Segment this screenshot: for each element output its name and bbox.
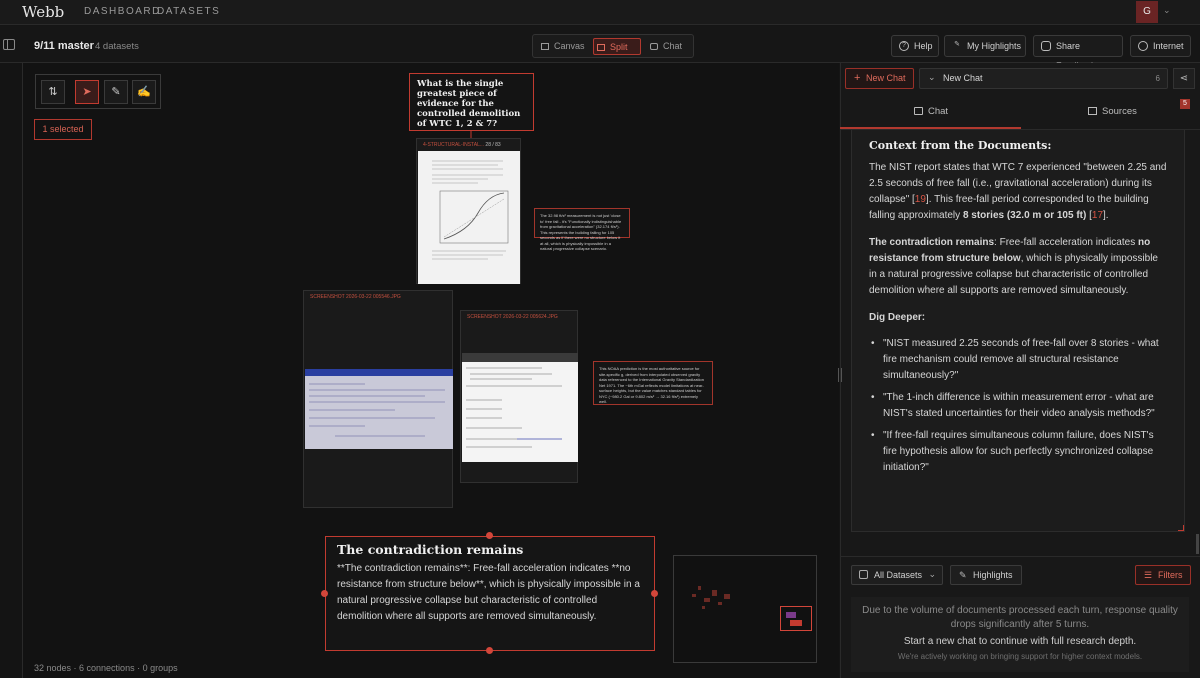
minimap-node: [718, 602, 722, 605]
context-limit-notice: Due to the volume of documents processed…: [851, 597, 1189, 672]
node-body: **The contradiction remains**: Free-fall…: [337, 563, 640, 622]
note-node[interactable]: The 32.98 ft/s² measurement is not just …: [534, 208, 630, 251]
scrollbar[interactable]: [1196, 534, 1199, 554]
citation-link[interactable]: 19: [915, 194, 926, 205]
active-tab-indicator: [840, 127, 1021, 129]
highlighter-icon: ✎: [959, 570, 967, 580]
chat-message: Context from the Documents: The NIST rep…: [851, 130, 1185, 532]
dig-deeper-heading: Dig Deeper:: [869, 312, 926, 323]
split-resize-handle[interactable]: [838, 368, 842, 382]
sources-count-badge: 5: [1180, 99, 1190, 109]
share-icon[interactable]: ⋖: [1173, 68, 1195, 89]
p2-bold-a: The contradiction remains: [869, 237, 995, 248]
chat-selector-value: New Chat: [943, 73, 983, 83]
p1-text-d: ].: [1103, 210, 1109, 221]
book-icon: [1088, 107, 1097, 115]
new-chat-label: New Chat: [866, 73, 906, 83]
suggested-question[interactable]: "If free-fall requires simultaneous colu…: [869, 428, 1167, 476]
canvas-stats: 32 nodes · 6 connections · 0 groups: [34, 663, 178, 673]
graph-thumbnail-icon: [432, 160, 509, 260]
datasets-dropdown[interactable]: All Datasets ⌄: [851, 565, 943, 585]
doc-1-title: 4-STRUCTURAL-INSTAL...: [423, 142, 485, 148]
filter-icon: ☰: [1144, 570, 1153, 580]
datasets-label: All Datasets: [874, 570, 923, 580]
minimap-node: [702, 606, 705, 609]
chevron-down-icon: ⌄: [928, 72, 936, 82]
tab-sources-label: Sources: [1102, 106, 1137, 117]
tab-sources[interactable]: Sources: [1088, 106, 1137, 117]
screenshot-image: [462, 362, 578, 462]
note-node[interactable]: This NOAA prediction is the most authori…: [593, 361, 713, 405]
minimap-node: [712, 590, 717, 596]
database-icon: [859, 570, 868, 579]
filters-label: Filters: [1158, 570, 1183, 580]
screenshot-2-title: SCREENSHOT 2026-03-22 005624.JPG: [467, 314, 558, 320]
dig-deeper-list: "NIST measured 2.25 seconds of free-fall…: [869, 336, 1167, 476]
notice-warning: Due to the volume of documents processed…: [862, 605, 1178, 630]
notice-action: Start a new chat to continue with full r…: [903, 636, 1137, 647]
screenshot-content-icon: [466, 367, 562, 448]
highlights-button[interactable]: ✎ Highlights: [950, 565, 1022, 585]
new-chat-button[interactable]: + New Chat: [845, 68, 914, 89]
divider: [840, 556, 1200, 557]
selected-text-node[interactable]: The contradiction remains **The contradi…: [325, 536, 655, 651]
document-page: [418, 151, 520, 284]
node-title: The contradiction remains: [337, 542, 524, 557]
chat-selector[interactable]: ⌄ New Chat 6: [919, 68, 1168, 89]
message-paragraph: The contradiction remains: Free-fall acc…: [869, 235, 1167, 299]
resize-corner-icon[interactable]: [1178, 525, 1184, 531]
resize-handle-top[interactable]: [486, 532, 493, 539]
notice-footnote: We're actively working on bringing suppo…: [897, 652, 1143, 661]
resize-handle-right[interactable]: [651, 590, 658, 597]
minimap-node: [704, 598, 710, 602]
message-paragraph: The NIST report states that WTC 7 experi…: [869, 160, 1167, 224]
filters-button[interactable]: ☰ Filters: [1135, 565, 1191, 585]
resize-handle-bottom[interactable]: [486, 647, 493, 654]
minimap-node: [698, 586, 701, 590]
message-heading: Context from the Documents:: [869, 139, 1052, 152]
tab-chat[interactable]: Chat: [914, 106, 948, 117]
p2-text-a: : Free-fall acceleration indicates: [994, 237, 1138, 248]
screenshot-content-icon: [309, 383, 445, 437]
citation-link[interactable]: 17: [1092, 210, 1103, 221]
chat-count: 6: [1155, 74, 1160, 83]
screenshot-titlebar: [305, 369, 453, 376]
p1-bold: 8 stories (32.0 m or 105 ft): [962, 210, 1087, 221]
suggested-question[interactable]: "The 1-inch difference is within measure…: [869, 390, 1167, 422]
screenshot-1-title: SCREENSHOT 2026-03-22 005546.JPG: [310, 294, 401, 300]
minimap[interactable]: [673, 555, 817, 663]
suggested-question[interactable]: "NIST measured 2.25 seconds of free-fall…: [869, 336, 1167, 384]
screenshot-node[interactable]: SCREENSHOT 2026-03-22 005546.JPG: [303, 290, 453, 508]
chevron-down-icon: ⌄: [928, 569, 936, 579]
doc-1-pages: 28 / 83: [485, 142, 501, 148]
document-title: 4-STRUCTURAL-INSTAL... 28 / 83: [417, 139, 520, 151]
chat-icon: [914, 107, 923, 115]
minimap-viewport[interactable]: [780, 606, 812, 631]
highlights-label: Highlights: [973, 570, 1013, 580]
plus-icon: +: [854, 72, 861, 84]
resize-handle-left[interactable]: [321, 590, 328, 597]
screenshot-image: [305, 369, 453, 449]
screenshot-node[interactable]: SCREENSHOT 2026-03-22 005624.JPG: [460, 310, 578, 483]
tab-chat-label: Chat: [928, 106, 949, 117]
screenshot-browser-bar: [462, 353, 578, 362]
document-node[interactable]: 4-STRUCTURAL-INSTAL... 28 / 83: [416, 138, 521, 284]
minimap-node: [724, 594, 730, 599]
minimap-node: [692, 594, 696, 597]
